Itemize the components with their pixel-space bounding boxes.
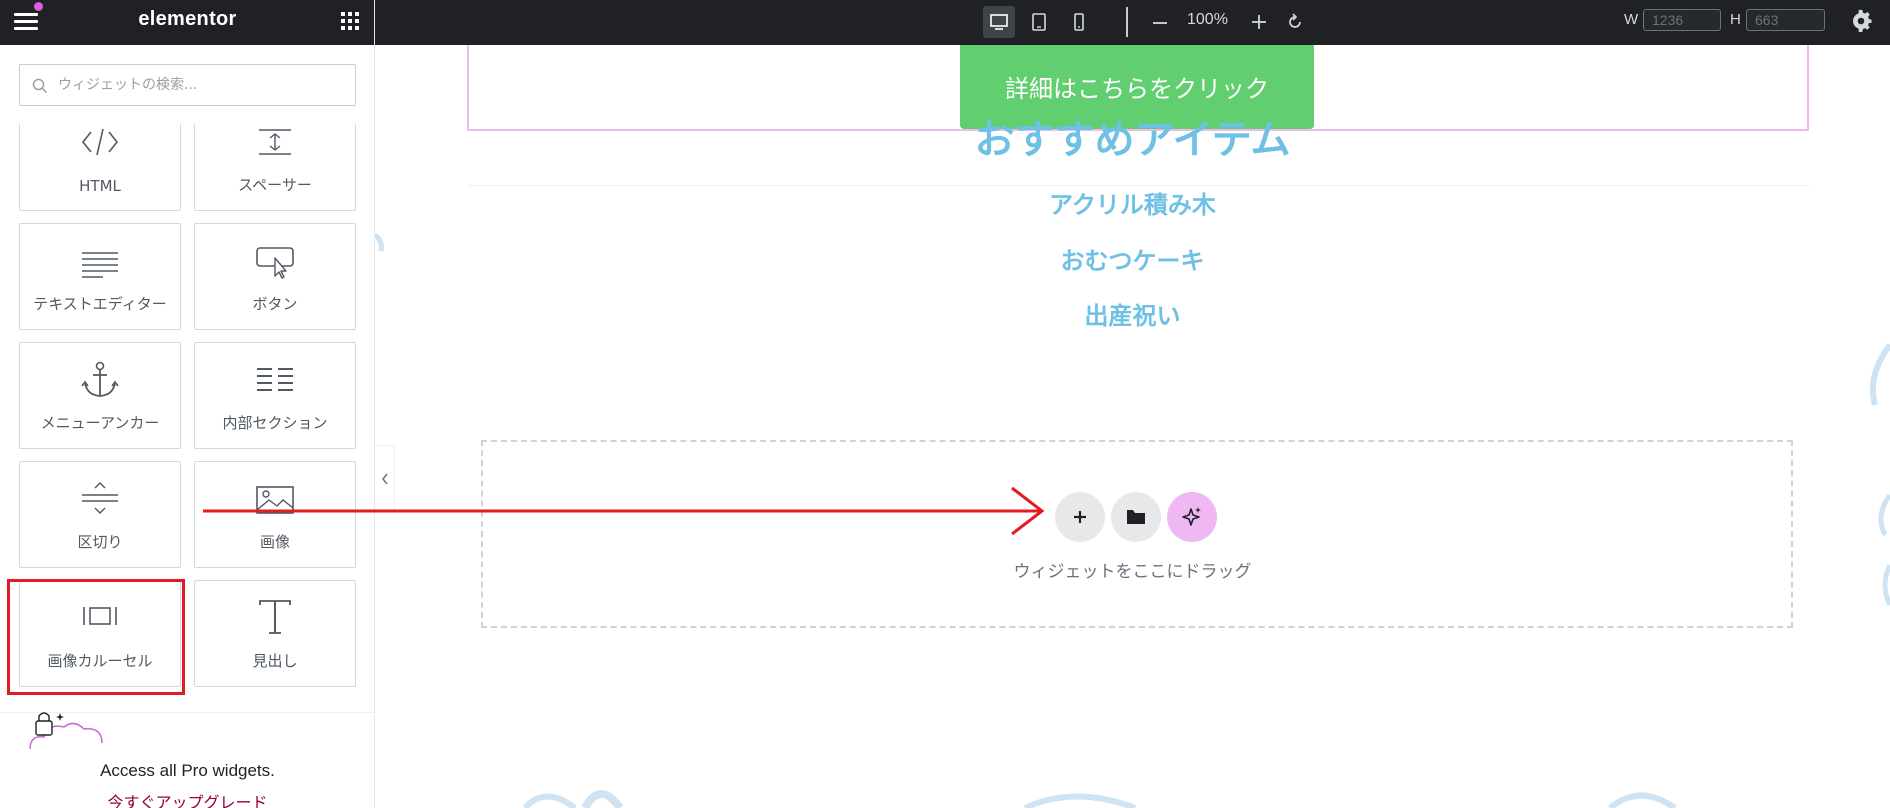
widget-label: HTML <box>79 177 121 195</box>
widget-label: 見出し <box>252 652 298 670</box>
panel-header: elementor <box>0 0 374 45</box>
width-input[interactable]: 1236 <box>1643 9 1721 31</box>
button-icon <box>256 247 294 279</box>
zoom-level: 100% <box>1187 11 1228 28</box>
upgrade-link[interactable]: 今すぐアップグレード <box>0 789 374 808</box>
search-input[interactable] <box>56 74 346 96</box>
height-label: H <box>1730 11 1741 28</box>
desktop-icon <box>990 14 1008 30</box>
toolbar-separator <box>1126 7 1128 37</box>
search-icon <box>32 78 48 94</box>
widget-spacer[interactable]: スペーサー <box>194 124 356 211</box>
widget-image[interactable]: 画像 <box>194 461 356 568</box>
widget-panel: elementor HTML <box>0 0 375 808</box>
tablet-icon <box>1032 13 1046 31</box>
reset-zoom-icon[interactable] <box>1285 12 1305 32</box>
divider-icon <box>82 482 118 514</box>
drop-zone-hint: ウィジェットをここにドラッグ <box>1013 562 1252 582</box>
widget-text-editor[interactable]: テキストエディター <box>19 223 181 330</box>
height-input[interactable]: 663 <box>1746 9 1825 31</box>
editor-canvas: 詳細はこちらをクリック おすすめアイテム アクリル積み木 おむつケーキ 出産祝い… <box>375 45 1890 808</box>
item-link-3[interactable]: 出産祝い <box>375 296 1890 331</box>
top-toolbar: 100% W 1236 H 663 <box>375 0 1890 45</box>
widget-label: メニューアンカー <box>40 414 160 432</box>
code-icon <box>81 128 119 156</box>
widget-list: HTML スペーサー テキストエディター ボタン メニューアンカー 内部セクショ… <box>0 124 374 714</box>
widget-heading[interactable]: 見出し <box>194 580 356 687</box>
anchor-icon <box>81 361 119 397</box>
widget-label: テキストエディター <box>33 295 167 313</box>
promo-text: Access all Pro widgets. <box>100 761 275 780</box>
widget-label: ボタン <box>252 295 298 313</box>
heading-icon <box>259 600 291 634</box>
widget-menu-anchor[interactable]: メニューアンカー <box>19 342 181 449</box>
text-editor-icon <box>82 252 118 278</box>
annotation-highlight-box <box>7 579 185 695</box>
tablet-view-button[interactable] <box>1023 6 1055 38</box>
mobile-icon <box>1074 13 1084 31</box>
add-template-button[interactable] <box>1111 492 1161 542</box>
widget-label: 画像 <box>259 533 290 551</box>
folder-icon <box>1127 510 1145 524</box>
widget-label: スペーサー <box>238 176 312 194</box>
widget-divider[interactable]: 区切り <box>19 461 181 568</box>
elementor-logo: elementor <box>138 8 237 30</box>
inner-section-icon <box>257 368 293 391</box>
zoom-in-icon[interactable] <box>1249 12 1269 32</box>
widget-html[interactable]: HTML <box>19 124 181 211</box>
pro-promo: Access all Pro widgets. 今すぐアップグレード <box>0 712 374 808</box>
ai-button[interactable] <box>1167 492 1217 542</box>
desktop-view-button[interactable] <box>983 6 1015 38</box>
widget-label: 区切り <box>77 533 123 551</box>
spacer-icon <box>259 129 291 155</box>
widgets-grid-icon[interactable] <box>341 12 359 30</box>
plus-icon <box>1074 511 1086 523</box>
widget-search[interactable] <box>19 64 356 106</box>
widget-button[interactable]: ボタン <box>194 223 356 330</box>
item-link-2[interactable]: おむつケーキ <box>375 241 1890 276</box>
gear-icon[interactable] <box>1849 9 1873 33</box>
image-icon <box>256 486 294 514</box>
zoom-out-icon[interactable] <box>1151 14 1169 32</box>
item-link-1[interactable]: アクリル積み木 <box>375 185 1890 220</box>
mobile-view-button[interactable] <box>1063 6 1095 38</box>
widget-inner-section[interactable]: 内部セクション <box>194 342 356 449</box>
lock-cloud-icon <box>29 712 103 750</box>
sparkle-icon <box>1182 507 1201 526</box>
widget-label: 内部セクション <box>222 414 328 432</box>
add-section-button[interactable] <box>1055 492 1105 542</box>
section-heading: おすすめアイテム <box>974 117 1291 163</box>
width-label: W <box>1624 11 1639 28</box>
